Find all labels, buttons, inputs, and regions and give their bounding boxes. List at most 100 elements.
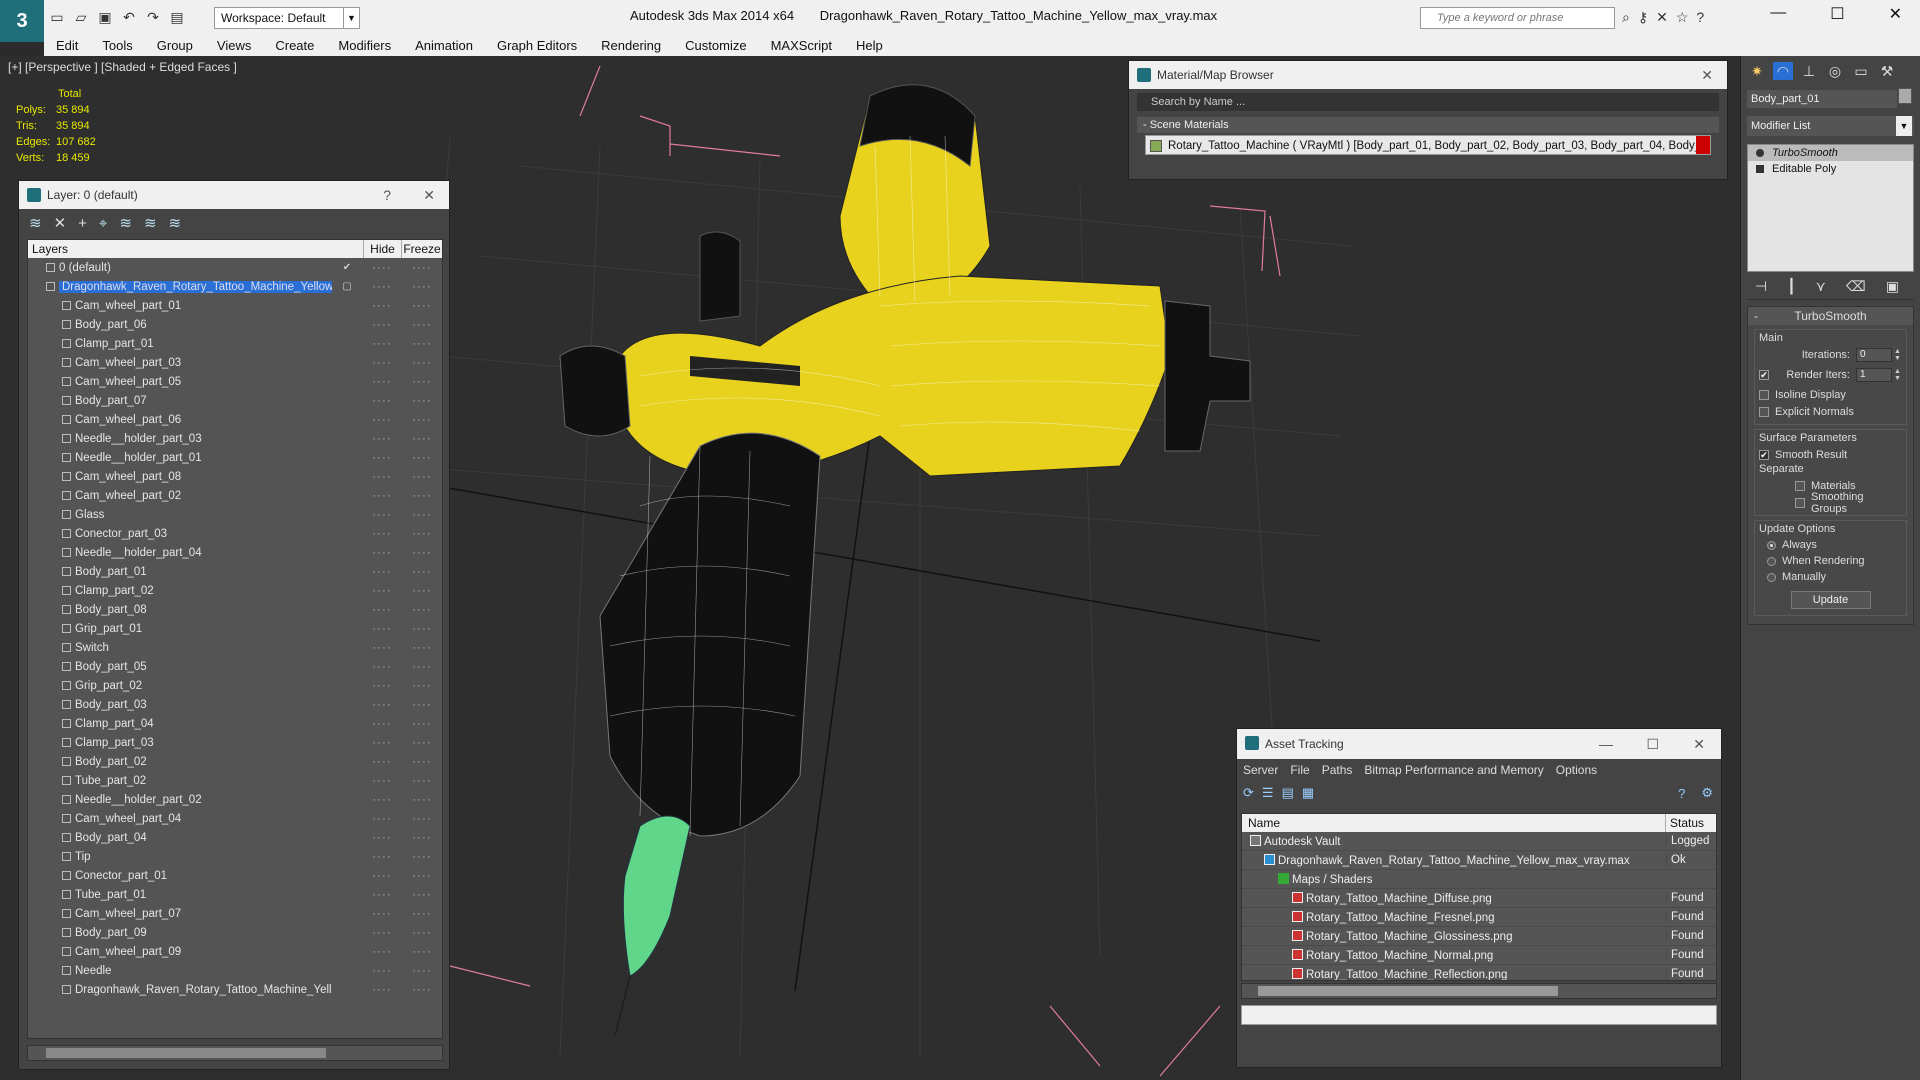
layer-horizontal-scrollbar[interactable] [27,1045,443,1061]
app-logo[interactable]: 3 [0,0,44,42]
freeze-toggle[interactable]: ···· [402,433,442,445]
pin-stack-icon[interactable]: ⊣ [1755,278,1767,299]
asset-row[interactable]: Rotary_Tattoo_Machine_Normal.png Found [1242,946,1716,965]
render-iters-checkbox[interactable]: ✔ [1759,370,1769,380]
object-color-swatch[interactable] [1898,88,1912,104]
menu-maxscript[interactable]: MAXScript [759,38,844,53]
search-input[interactable]: Type a keyword or phrase [1420,7,1615,29]
asset-row[interactable]: Dragonhawk_Raven_Rotary_Tattoo_Machine_Y… [1242,851,1716,870]
hide-toggle[interactable]: ···· [362,718,402,730]
col-status[interactable]: Status [1666,814,1716,832]
layer-row[interactable]: Needle__holder_part_04 ···· ···· [28,543,442,562]
asset-row[interactable]: Rotary_Tattoo_Machine_Glossiness.png Foun… [1242,927,1716,946]
asset-row[interactable]: Rotary_Tattoo_Machine_Fresnel.png Found [1242,908,1716,927]
hide-toggle[interactable]: ···· [362,851,402,863]
when-rendering-option[interactable]: When Rendering [1759,553,1902,569]
hide-toggle[interactable]: ···· [362,376,402,388]
minimize-button[interactable]: — [1770,4,1786,24]
menu-edit[interactable]: Edit [44,38,90,53]
remove-modifier-icon[interactable]: ⌫ [1846,278,1866,299]
layer-row[interactable]: Switch ···· ···· [28,638,442,657]
layer-row[interactable]: Grip_part_01 ···· ···· [28,619,442,638]
select-objects-icon[interactable]: ⌖ [99,215,107,232]
freeze-toggle[interactable]: ···· [402,889,442,901]
asset-horizontal-scrollbar[interactable] [1241,983,1717,999]
smoothing-groups-option[interactable]: Smoothing Groups [1759,491,1902,515]
hide-toggle[interactable]: ···· [362,908,402,920]
hide-toggle[interactable]: ···· [362,889,402,901]
asset-menu-paths[interactable]: Paths [1322,763,1353,777]
freeze-toggle[interactable]: ···· [402,813,442,825]
layer-row[interactable]: Grip_part_02 ···· ···· [28,676,442,695]
freeze-toggle[interactable]: ···· [402,262,442,274]
hide-toggle[interactable]: ···· [362,680,402,692]
exchange-icon[interactable]: ✕ [1656,9,1668,26]
motion-tab-icon[interactable]: ◎ [1825,62,1845,80]
layer-row[interactable]: Clamp_part_02 ···· ···· [28,581,442,600]
menu-group[interactable]: Group [145,38,205,53]
freeze-toggle[interactable]: ···· [402,281,442,293]
freeze-toggle[interactable]: ···· [402,680,442,692]
hide-toggle[interactable]: ···· [362,547,402,559]
materials-checkbox[interactable] [1795,480,1805,491]
spinner-icon[interactable]: ▲ ▼ [1894,348,1902,362]
freeze-toggle[interactable]: ···· [402,794,442,806]
hide-toggle[interactable]: ···· [362,832,402,844]
freeze-toggle[interactable]: ···· [402,319,442,331]
smooth-result-checkbox[interactable]: ✔ [1759,449,1769,460]
hide-toggle[interactable]: ···· [362,281,402,293]
hide-toggle[interactable]: ···· [362,642,402,654]
freeze-toggle[interactable]: ···· [402,908,442,920]
star-icon[interactable]: ☆ [1676,9,1689,26]
freeze-toggle[interactable]: ···· [402,300,442,312]
object-name-field[interactable]: Body_part_01 [1747,90,1897,108]
configure-sets-icon[interactable]: ▣ [1886,278,1899,299]
col-freeze[interactable]: Freeze [402,240,442,258]
hide-toggle[interactable]: ···· [362,395,402,407]
bulb-icon[interactable] [1756,149,1764,157]
col-layers[interactable]: Layers [28,240,364,258]
list-view-icon[interactable]: ☰ [1262,785,1274,801]
isoline-display-option[interactable]: Isoline Display [1759,386,1902,403]
help-button[interactable]: ? [383,181,391,209]
freeze-toggle[interactable]: ···· [402,946,442,958]
freeze-all-icon[interactable]: ≋ [169,214,182,232]
layer-row[interactable]: Tube_part_01 ···· ···· [28,885,442,904]
material-search-input[interactable]: Search by Name ... [1137,93,1719,111]
layer-row[interactable]: Glass ···· ···· [28,505,442,524]
utilities-tab-icon[interactable]: ⚒ [1877,62,1897,80]
spinner-icon[interactable]: ▲ ▼ [1894,368,1902,382]
freeze-toggle[interactable]: ···· [402,642,442,654]
hide-toggle[interactable]: ···· [362,357,402,369]
hide-toggle[interactable]: ···· [362,566,402,578]
hide-toggle[interactable]: ···· [362,965,402,977]
freeze-toggle[interactable]: ···· [402,357,442,369]
close-button[interactable]: ✕ [1701,61,1713,89]
hide-toggle[interactable]: ···· [362,661,402,673]
layer-row[interactable]: Clamp_part_04 ···· ···· [28,714,442,733]
maximize-button[interactable]: ☐ [1646,729,1659,759]
freeze-toggle[interactable]: ···· [402,775,442,787]
freeze-toggle[interactable]: ···· [402,851,442,863]
hide-toggle[interactable]: ···· [362,452,402,464]
freeze-toggle[interactable]: ···· [402,604,442,616]
show-end-result-icon[interactable]: ┃ [1787,278,1795,299]
hide-toggle[interactable]: ···· [362,870,402,882]
hide-toggle[interactable]: ···· [362,604,402,616]
freeze-toggle[interactable]: ···· [402,376,442,388]
asset-row[interactable]: Rotary_Tattoo_Machine_Reflection.png Foun… [1242,965,1716,980]
create-tab-icon[interactable]: ✷ [1747,62,1767,80]
hide-toggle[interactable]: ···· [362,775,402,787]
layer-row[interactable]: 0 (default) ✔ ···· ···· [28,258,442,277]
hide-toggle[interactable]: ···· [362,946,402,958]
hide-toggle[interactable]: ···· [362,699,402,711]
stack-item-editable-poly[interactable]: Editable Poly [1748,161,1913,177]
layer-row[interactable]: Cam_wheel_part_05 ···· ···· [28,372,442,391]
freeze-toggle[interactable]: ···· [402,490,442,502]
add-to-layer-icon[interactable]: + [78,215,87,232]
hide-toggle[interactable]: ···· [362,585,402,597]
smooth-result-option[interactable]: ✔ Smooth Result [1759,446,1902,463]
menu-animation[interactable]: Animation [403,38,485,53]
menu-graph-editors[interactable]: Graph Editors [485,38,589,53]
smoothing-groups-checkbox[interactable] [1795,497,1805,508]
